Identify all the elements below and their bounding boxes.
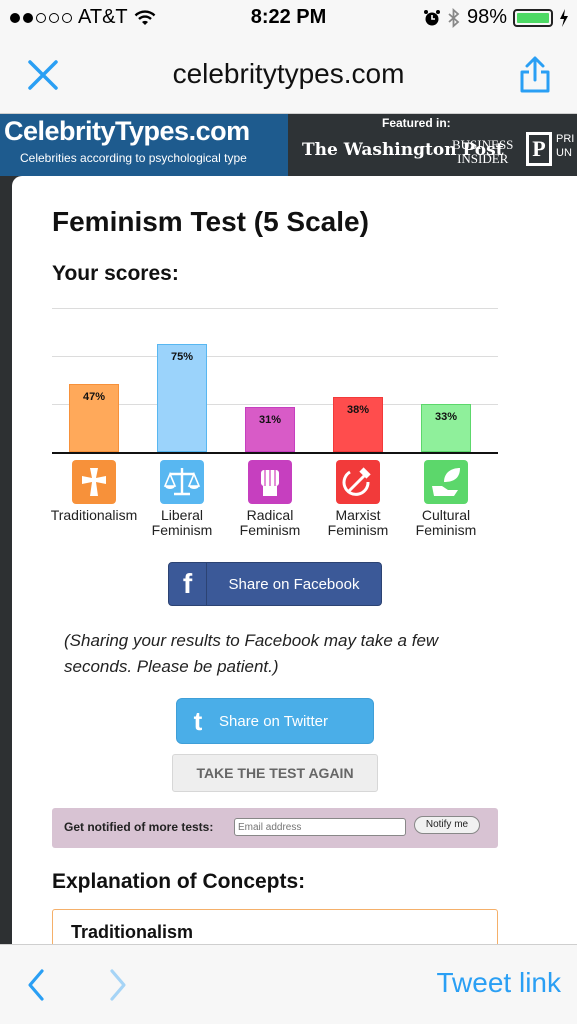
bottom-toolbar: Tweet link — [0, 944, 577, 1024]
chart-bar: 75% — [157, 344, 207, 452]
bar-value-label: 75% — [170, 351, 194, 363]
tweet-link-button[interactable]: Tweet link — [437, 967, 562, 999]
category-label-line: Traditionalism — [50, 507, 138, 523]
bar-value-label: 33% — [434, 411, 458, 423]
business-insider-logo: BUSINESS INSIDER — [452, 138, 513, 166]
sharing-note: (Sharing your results to Facebook may ta… — [64, 631, 439, 676]
email-field[interactable] — [234, 818, 406, 836]
explanation-heading: Explanation of Concepts: — [52, 870, 306, 893]
chart-baseline — [52, 452, 498, 454]
notify-box: Get notified of more tests: Notify me — [52, 808, 498, 848]
url-bar: celebritytypes.com — [0, 38, 577, 114]
forward-arrow-icon[interactable] — [102, 967, 132, 1003]
category-item: Radical Feminism — [220, 460, 320, 538]
notify-label: Get notified of more tests: — [64, 820, 214, 834]
twitter-icon: t — [193, 705, 203, 736]
screen: AT&T 8:22 PM 98% celebritytypes.com Cele… — [0, 0, 577, 1024]
bar-value-label: 31% — [258, 414, 282, 426]
share-twitter-label: Share on Twitter — [219, 712, 328, 730]
business-insider-line2: INSIDER — [457, 151, 509, 166]
gridline — [52, 356, 498, 357]
logo-title: CelebrityTypes.com — [4, 116, 250, 146]
category-label: Radical Feminism — [220, 508, 320, 538]
chart-bar: 47% — [69, 384, 119, 452]
battery-percent: 98% — [466, 6, 507, 28]
status-right: 98% — [423, 6, 569, 29]
press-pr-logo: PRI UN — [556, 132, 574, 160]
scores-heading: Your scores: — [52, 262, 179, 285]
chart-bar: 31% — [245, 407, 295, 452]
category-icons-row: Traditionalism Liberal Feminism Radical Femi… — [51, 460, 498, 550]
share-facebook-button[interactable]: f Share on Facebook — [168, 562, 382, 606]
alarm-icon — [423, 9, 440, 25]
charging-icon — [560, 8, 568, 27]
category-item: Liberal Feminism — [132, 460, 232, 538]
fist-icon — [248, 460, 292, 504]
category-label-line: Radical — [246, 507, 294, 523]
concept-title: Traditionalism — [71, 922, 194, 942]
category-label: Marxist Feminism — [308, 508, 408, 538]
category-label-line: Feminism — [327, 522, 389, 538]
category-label: Traditionalism — [44, 508, 144, 523]
featured-label: Featured in: — [382, 116, 451, 130]
chart-bar: 38% — [333, 397, 383, 452]
notify-me-button[interactable]: Notify me — [414, 816, 480, 834]
facebook-icon: f — [169, 562, 207, 606]
battery-icon — [513, 8, 553, 27]
category-label-line: Feminism — [151, 522, 213, 538]
retake-test-button[interactable]: TAKE THE TEST AGAIN — [172, 754, 378, 792]
bar-value-label: 38% — [346, 404, 370, 416]
leaf-hand-icon — [424, 460, 468, 504]
business-insider-line1: BUSINESS — [452, 137, 514, 152]
category-label-line: Feminism — [415, 522, 477, 538]
hammer-sickle-icon — [336, 460, 380, 504]
bluetooth-icon — [448, 7, 460, 28]
page-title: Feminism Test (5 Scale) — [52, 206, 369, 237]
share-facebook-label: Share on Facebook — [228, 575, 360, 593]
scales-icon — [160, 460, 204, 504]
category-item: Traditionalism — [44, 460, 144, 523]
logo-subtitle: Celebrities according to psychological t… — [20, 151, 247, 165]
share-twitter-button[interactable]: t Share on Twitter — [176, 698, 374, 744]
chart-bar: 33% — [421, 404, 471, 452]
status-bar: AT&T 8:22 PM 98% — [0, 0, 577, 38]
site-logo[interactable]: CelebrityTypes.com Celebrities according… — [0, 114, 288, 176]
bar-value-label: 47% — [82, 391, 106, 403]
category-label-line: Cultural — [421, 507, 471, 523]
category-label: Liberal Feminism — [132, 508, 232, 538]
gridline — [52, 308, 498, 309]
category-label-line: Liberal — [160, 507, 204, 523]
category-label: Cultural Feminism — [396, 508, 496, 538]
share-icon[interactable] — [517, 54, 553, 94]
category-label-line: Marxist — [335, 507, 381, 523]
scores-bar-chart: 47% 75% 31% 38% 33% — [52, 306, 498, 456]
press-pr-line1: PRI — [556, 133, 575, 145]
cross-icon — [72, 460, 116, 504]
category-label-line: Feminism — [239, 522, 301, 538]
category-item: Marxist Feminism — [308, 460, 408, 538]
site-banner: CelebrityTypes.com Celebrities according… — [0, 114, 577, 176]
content-card: Feminism Test (5 Scale) Your scores: 47%… — [12, 176, 577, 969]
category-item: Cultural Feminism — [396, 460, 496, 538]
press-pr-line2: UN — [556, 147, 572, 159]
press-p-logo: P — [526, 132, 552, 166]
url-domain[interactable]: celebritytypes.com — [0, 58, 577, 90]
back-arrow-icon[interactable] — [22, 967, 52, 1003]
